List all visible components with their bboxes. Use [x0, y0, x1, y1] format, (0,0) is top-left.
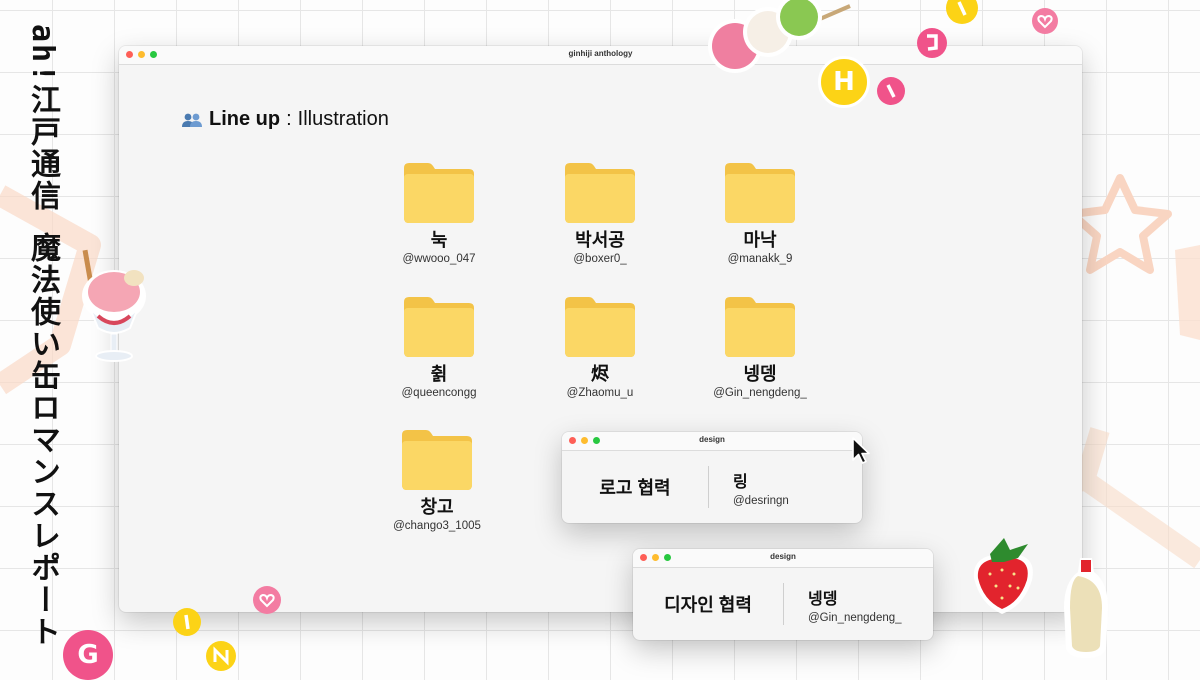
- design-popup-logo: design 로고 협력 링 @desringn: [562, 432, 862, 523]
- credit-name: 링: [733, 473, 748, 491]
- popup-title: design: [699, 435, 725, 444]
- design-popup-design: design 디자인 협력 넹뎅 @Gin_nengdeng_: [633, 549, 933, 640]
- credit-handle: @Gin_nengdeng_: [808, 611, 902, 624]
- folder-handle: @Zhaomu_u: [566, 387, 634, 399]
- folder-item[interactable]: 넹뎅 @Gin_nengdeng_: [685, 294, 835, 399]
- credit-role: 디자인 협력: [664, 595, 752, 615]
- folder-item[interactable]: 눅 @wwooo_047: [364, 160, 514, 265]
- folder-icon: [565, 297, 635, 357]
- heading-light: Illustration: [297, 108, 389, 130]
- heart-badge-decoration: [253, 586, 281, 614]
- pink-badge-decoration: [877, 77, 905, 105]
- users-icon: [182, 113, 202, 127]
- letter-badge-g: G: [63, 630, 113, 680]
- folder-handle: @queencongg: [401, 387, 477, 399]
- credit-handle: @desringn: [733, 494, 789, 507]
- folder-icon: [404, 163, 474, 223]
- popup-titlebar: design: [562, 432, 862, 451]
- folder-name: 넹뎅: [743, 364, 777, 384]
- page-heading: Line up : Illustration: [181, 108, 389, 131]
- folder-handle: @manakk_9: [727, 253, 793, 265]
- folder-icon: [404, 297, 474, 357]
- folder-handle: @chango3_1005: [393, 520, 481, 532]
- heading-strong: Line up: [209, 108, 281, 130]
- pink-badge-decoration: [917, 28, 947, 58]
- credit-role: 로고 협력: [599, 478, 671, 498]
- strawberry-sticker: [973, 538, 1033, 614]
- folder-name: 박서공: [575, 230, 625, 250]
- popup-title: design: [770, 552, 796, 561]
- mayonnaise-sticker: [1064, 558, 1108, 658]
- folder-item[interactable]: 烬 @Zhaomu_u: [525, 294, 675, 399]
- folder-item[interactable]: 창고 @chango3_1005: [362, 427, 512, 532]
- folder-name: 烬: [591, 364, 609, 384]
- folder-item[interactable]: 췱 @queencongg: [364, 294, 514, 399]
- folder-name: 췱: [430, 364, 448, 384]
- parfait-sticker: [82, 249, 146, 362]
- heart-badge-decoration: [1032, 8, 1058, 34]
- folder-icon: [725, 163, 795, 223]
- letter-badge-h: H: [818, 56, 870, 108]
- main-window: ginhiji anthology Line up : Illustration…: [119, 46, 1082, 612]
- folder-handle: @Gin_nengdeng_: [713, 387, 807, 399]
- credit-name: 넹뎅: [808, 590, 838, 608]
- folder-icon: [565, 163, 635, 223]
- yellow-badge-decoration: [946, 0, 978, 24]
- mouse-cursor-icon: [852, 437, 870, 464]
- vertical-side-title: ah!江戸通信 魔法使い缶ロマンスレポート: [25, 24, 60, 649]
- yellow-badge-decoration: [173, 608, 201, 636]
- folder-icon: [725, 297, 795, 357]
- folder-handle: @wwooo_047: [402, 253, 476, 265]
- folder-icon: [402, 430, 472, 490]
- folder-handle: @boxer0_: [573, 253, 627, 265]
- folder-item[interactable]: 박서공 @boxer0_: [525, 160, 675, 265]
- folder-name: 마낙: [743, 230, 777, 250]
- popup-titlebar: design: [633, 549, 933, 568]
- heading-separator: :: [286, 108, 292, 130]
- folder-item[interactable]: 마낙 @manakk_9: [685, 160, 835, 265]
- folder-name: 눅: [430, 230, 448, 250]
- yellow-badge-decoration: [206, 641, 236, 671]
- folder-name: 창고: [420, 497, 454, 517]
